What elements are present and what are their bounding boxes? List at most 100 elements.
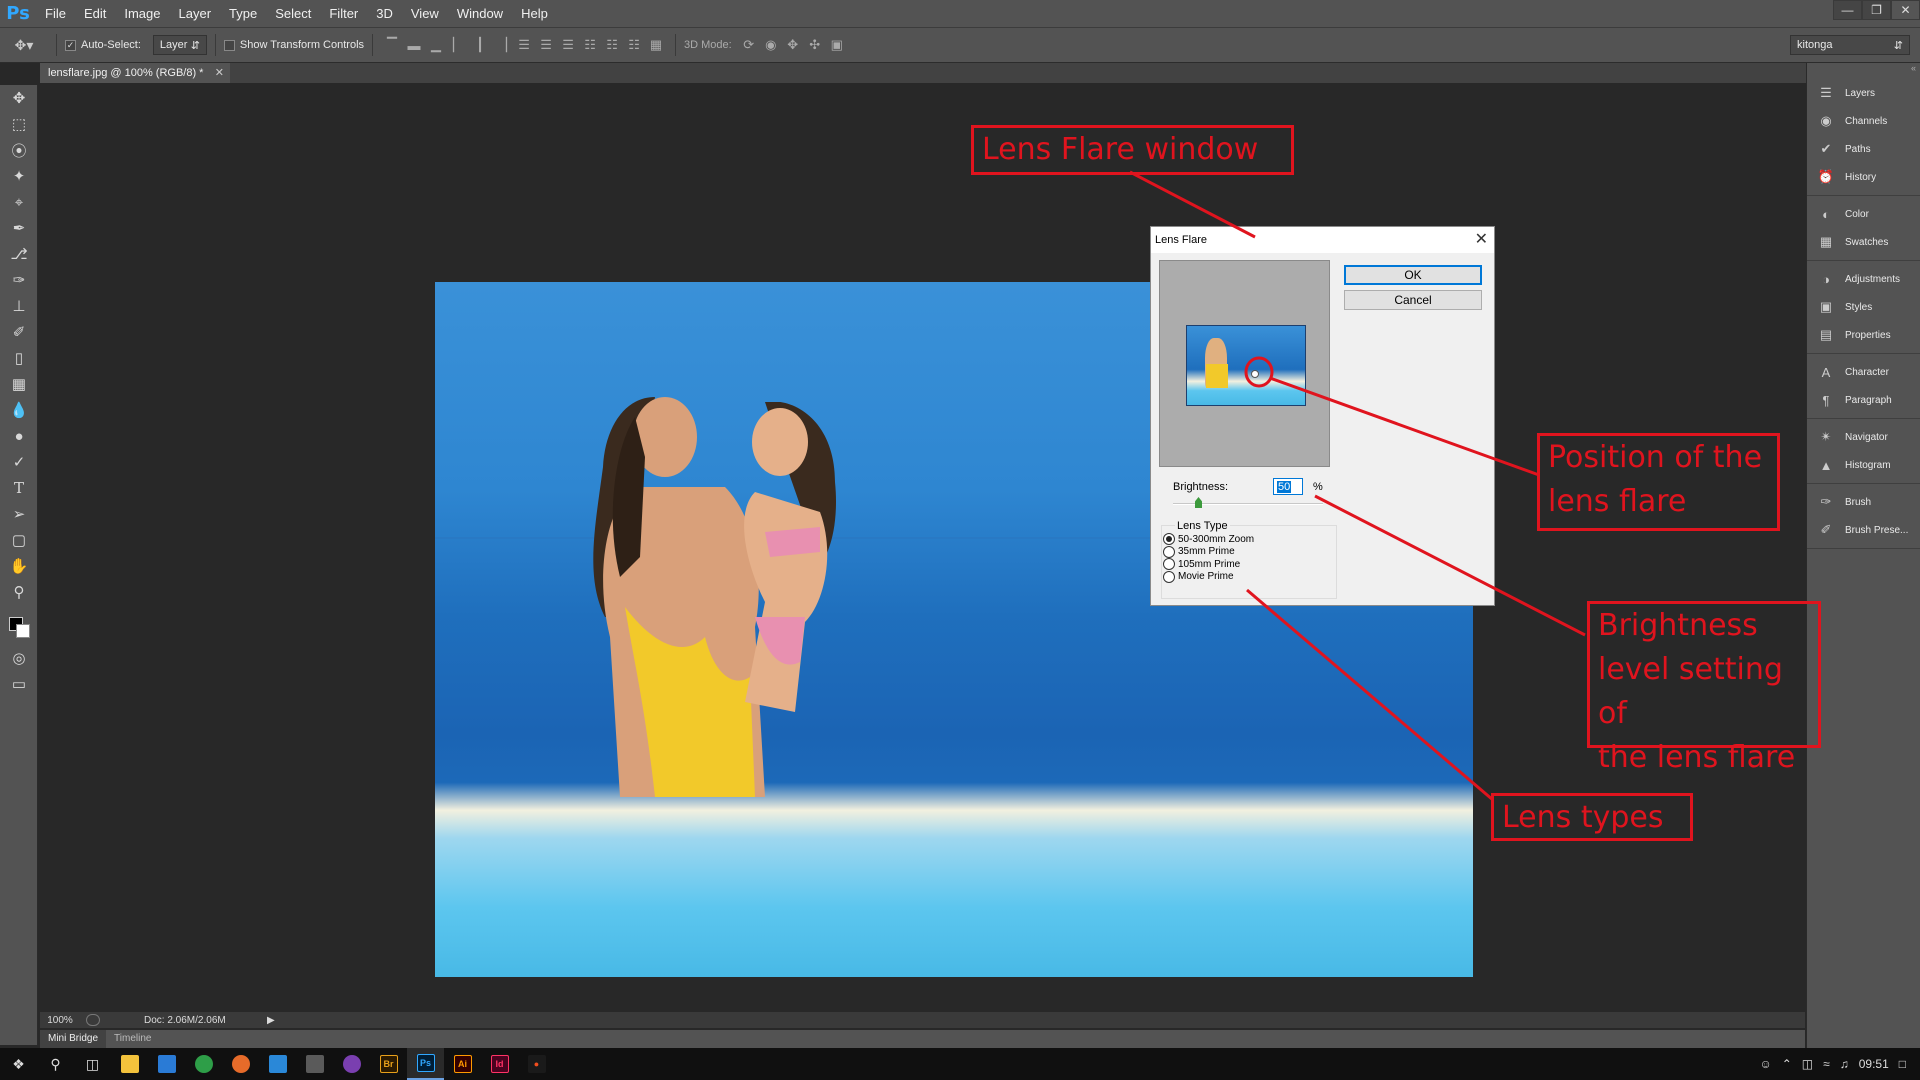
close-icon[interactable]: ✕ bbox=[1475, 229, 1488, 249]
lens-type-option[interactable]: 50-300mm Zoom bbox=[1163, 533, 1254, 545]
path-selection-tool-icon[interactable]: ➢ bbox=[0, 501, 38, 527]
menu-filter[interactable]: Filter bbox=[320, 0, 367, 27]
lens-type-option[interactable]: 35mm Prime bbox=[1163, 545, 1235, 558]
marquee-tool-icon[interactable]: ⬚ bbox=[0, 111, 38, 137]
align-hcenter-icon[interactable]: ┃ bbox=[469, 35, 491, 55]
panel-paragraph[interactable]: ¶ Paragraph bbox=[1807, 386, 1920, 414]
distribute-top-icon[interactable]: ☰ bbox=[513, 35, 535, 55]
panel-brush-prese[interactable]: ✐ Brush Prese... bbox=[1807, 516, 1920, 544]
document-tab[interactable]: lensflare.jpg @ 100% (RGB/8) * ✕ bbox=[40, 63, 230, 83]
radio-selected-icon[interactable] bbox=[1163, 533, 1175, 545]
distribute-bottom-icon[interactable]: ☰ bbox=[557, 35, 579, 55]
search-icon[interactable]: ⚲ bbox=[37, 1048, 74, 1080]
minimize-icon[interactable]: — bbox=[1833, 0, 1862, 20]
menu-image[interactable]: Image bbox=[115, 0, 169, 27]
panel-channels[interactable]: ◉ Channels bbox=[1807, 107, 1920, 135]
store-icon[interactable] bbox=[148, 1048, 185, 1080]
chrome-icon[interactable] bbox=[185, 1048, 222, 1080]
figma-app-icon[interactable]: ● bbox=[518, 1048, 555, 1080]
menu-type[interactable]: Type bbox=[220, 0, 266, 27]
panel-color[interactable]: ◐ Color bbox=[1807, 200, 1920, 228]
screen-mode-icon[interactable]: ▭ bbox=[0, 671, 38, 697]
distribute-right-icon[interactable]: ☷ bbox=[623, 35, 645, 55]
panel-navigator[interactable]: ✴ Navigator bbox=[1807, 423, 1920, 451]
3d-roll-icon[interactable]: ◉ bbox=[760, 35, 782, 55]
brush-tool-icon[interactable]: ✑ bbox=[0, 267, 38, 293]
collapse-dock-icon[interactable]: « bbox=[1807, 63, 1920, 75]
3d-scale-icon[interactable]: ▣ bbox=[826, 35, 848, 55]
menu-view[interactable]: View bbox=[402, 0, 448, 27]
magic-wand-tool-icon[interactable]: ✦ bbox=[0, 163, 38, 189]
panel-properties[interactable]: ▤ Properties bbox=[1807, 321, 1920, 349]
radio-unselected-icon[interactable] bbox=[1163, 558, 1175, 570]
menu-select[interactable]: Select bbox=[266, 0, 320, 27]
auto-select-target-dropdown[interactable]: Layer ⇵ bbox=[152, 35, 207, 55]
move-tool-preset-icon[interactable]: ✥▾ bbox=[0, 37, 48, 54]
history-brush-tool-icon[interactable]: ✐ bbox=[0, 319, 38, 345]
auto-align-icon[interactable]: ▦ bbox=[645, 35, 667, 55]
type-tool-icon[interactable]: T bbox=[0, 475, 38, 501]
media-app-icon[interactable] bbox=[333, 1048, 370, 1080]
panel-layers[interactable]: ☰ Layers bbox=[1807, 79, 1920, 107]
menu-3d[interactable]: 3D bbox=[367, 0, 402, 27]
distribute-hcenter-icon[interactable]: ☷ bbox=[601, 35, 623, 55]
people-icon[interactable]: ☺ bbox=[1759, 1057, 1771, 1071]
zoom-level[interactable]: 100% bbox=[40, 1015, 80, 1026]
vscode-icon[interactable] bbox=[259, 1048, 296, 1080]
tab-mini-bridge[interactable]: Mini Bridge bbox=[40, 1030, 107, 1048]
panel-swatches[interactable]: ▦ Swatches bbox=[1807, 228, 1920, 256]
file-explorer-icon[interactable] bbox=[111, 1048, 148, 1080]
tab-timeline[interactable]: Timeline bbox=[106, 1030, 159, 1048]
auto-select-checkbox[interactable]: ✓ Auto-Select: bbox=[65, 39, 141, 51]
chevron-up-icon[interactable]: ⌃ bbox=[1782, 1057, 1792, 1071]
canvas-area[interactable] bbox=[40, 83, 1805, 1013]
windows-start-icon[interactable]: ❖ bbox=[0, 1048, 37, 1080]
close-icon[interactable]: ✕ bbox=[1891, 0, 1920, 20]
wifi-icon[interactable]: ≈ bbox=[1823, 1057, 1830, 1071]
lens-type-option[interactable]: 105mm Prime bbox=[1163, 558, 1240, 570]
battery-icon[interactable]: ◫ bbox=[1802, 1057, 1813, 1071]
cancel-button[interactable]: Cancel bbox=[1344, 290, 1482, 310]
panel-character[interactable]: A Character bbox=[1807, 358, 1920, 386]
close-icon[interactable]: ✕ bbox=[215, 66, 224, 79]
menu-layer[interactable]: Layer bbox=[170, 0, 221, 27]
volume-icon[interactable]: ♫ bbox=[1840, 1057, 1849, 1071]
ok-button[interactable]: OK bbox=[1344, 265, 1482, 285]
panel-history[interactable]: ⏰ History bbox=[1807, 163, 1920, 191]
align-vcenter-icon[interactable]: ▬ bbox=[403, 35, 425, 55]
flare-center-crosshair-icon[interactable] bbox=[1251, 370, 1259, 378]
move-tool-icon[interactable]: ✥ bbox=[0, 85, 38, 111]
clock[interactable]: 09:51 bbox=[1859, 1057, 1889, 1071]
lens-type-option[interactable]: Movie Prime bbox=[1163, 570, 1234, 583]
distribute-vcenter-icon[interactable]: ☰ bbox=[535, 35, 557, 55]
status-menu-icon[interactable] bbox=[86, 1014, 100, 1026]
3d-rotate-icon[interactable]: ⟳ bbox=[738, 35, 760, 55]
pen-tool-icon[interactable]: ✓ bbox=[0, 449, 38, 475]
gradient-tool-icon[interactable]: ▦ bbox=[0, 371, 38, 397]
eraser-tool-icon[interactable]: ▯ bbox=[0, 345, 38, 371]
notifications-icon[interactable]: □ bbox=[1899, 1057, 1906, 1071]
rectangle-tool-icon[interactable]: ▢ bbox=[0, 527, 38, 553]
quick-mask-icon[interactable]: ◎ bbox=[0, 645, 38, 671]
align-left-icon[interactable]: ▏ bbox=[447, 35, 469, 55]
align-right-icon[interactable]: ▕ bbox=[491, 35, 513, 55]
radio-unselected-icon[interactable] bbox=[1163, 545, 1175, 558]
distribute-left-icon[interactable]: ☷ bbox=[579, 35, 601, 55]
indesign-app-icon[interactable]: Id bbox=[481, 1048, 518, 1080]
lasso-tool-icon[interactable]: ⦿ bbox=[0, 137, 38, 163]
zoom-tool-icon[interactable]: ⚲ bbox=[0, 579, 38, 605]
hand-tool-icon[interactable]: ✋ bbox=[0, 553, 38, 579]
illustrator-app-icon[interactable]: Ai bbox=[444, 1048, 481, 1080]
brightness-input[interactable]: 50 bbox=[1273, 478, 1303, 495]
panel-adjustments[interactable]: ◑ Adjustments bbox=[1807, 265, 1920, 293]
healing-brush-tool-icon[interactable]: ⎇ bbox=[0, 241, 38, 267]
menu-edit[interactable]: Edit bbox=[75, 0, 115, 27]
menu-help[interactable]: Help bbox=[512, 0, 557, 27]
3d-pan-icon[interactable]: ✥ bbox=[782, 35, 804, 55]
crop-tool-icon[interactable]: ⌖ bbox=[0, 189, 38, 215]
task-view-icon[interactable]: ◫ bbox=[74, 1048, 111, 1080]
bridge-app-icon[interactable]: Br bbox=[370, 1048, 407, 1080]
align-bottom-icon[interactable]: ▁ bbox=[425, 35, 447, 55]
eyedropper-tool-icon[interactable]: ✒ bbox=[0, 215, 38, 241]
panel-styles[interactable]: ▣ Styles bbox=[1807, 293, 1920, 321]
